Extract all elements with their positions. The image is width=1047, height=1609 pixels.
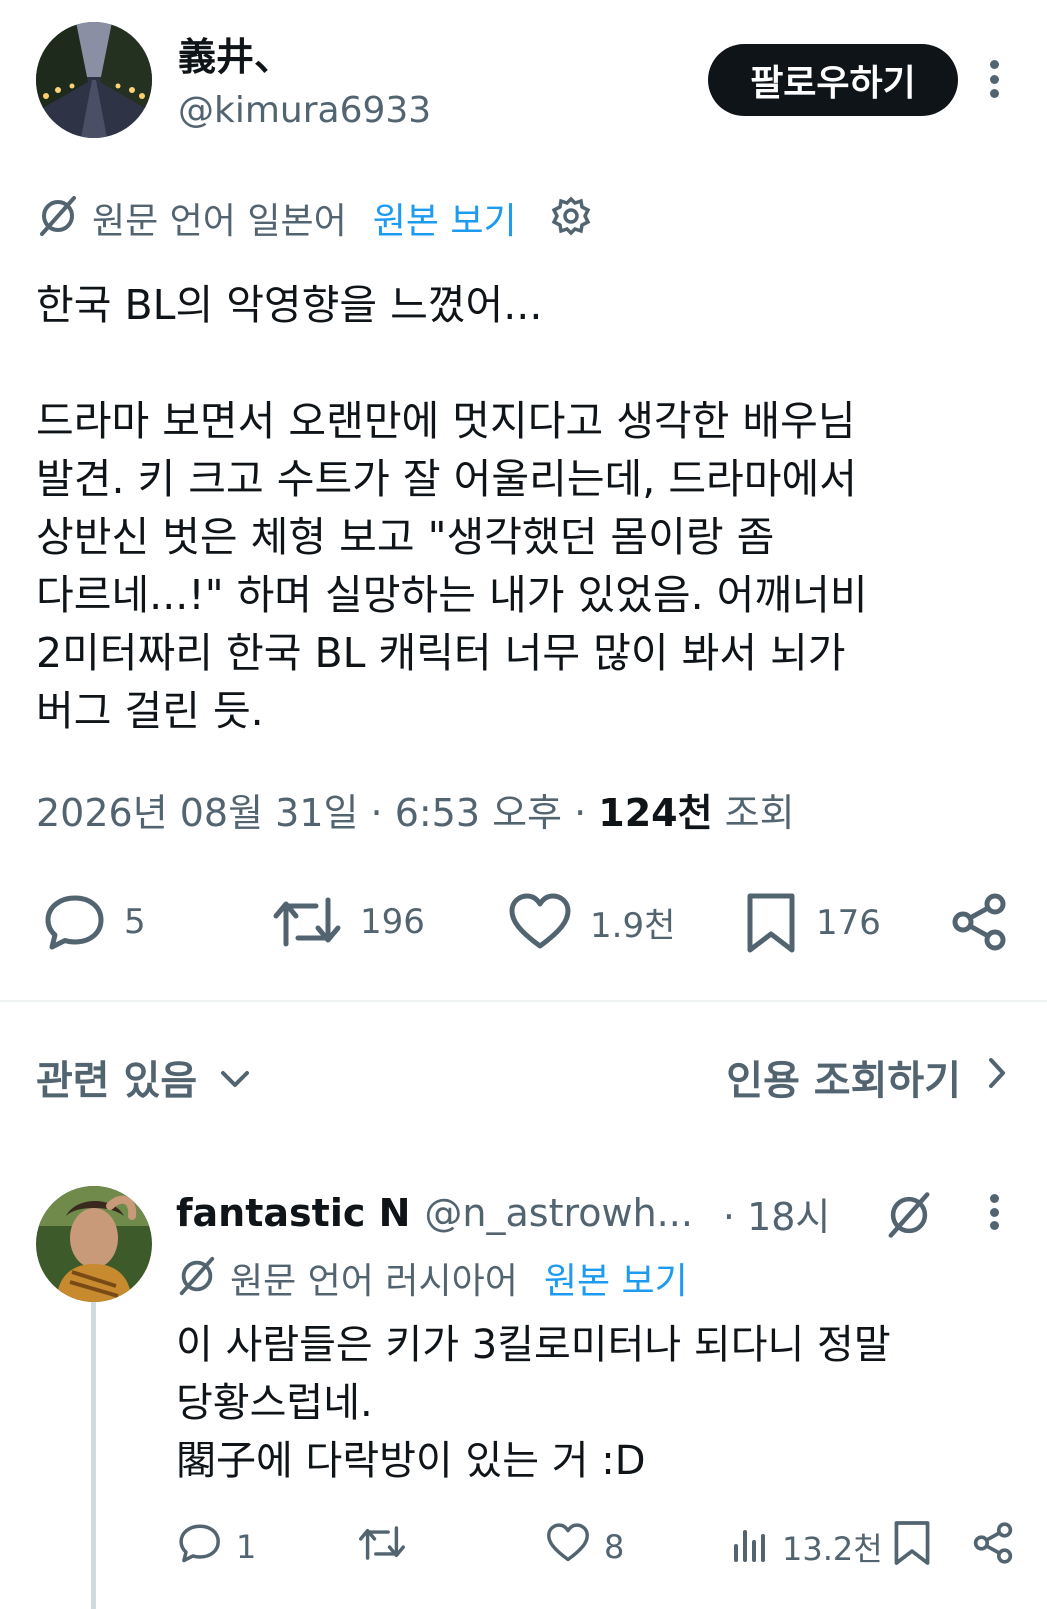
follow-button[interactable]: 팔로우하기 xyxy=(708,44,958,116)
tweet-line: 상반신 벗은 체형 보고 "생각했던 몸이랑 좀 xyxy=(36,513,775,561)
share-button[interactable] xyxy=(950,892,1008,952)
reply-reply-count: 1 xyxy=(236,1528,257,1566)
reply-like-button[interactable]: 8 xyxy=(546,1522,624,1572)
reply-icon xyxy=(44,892,106,952)
chevron-down-icon xyxy=(219,1054,251,1100)
bookmark-count: 176 xyxy=(816,903,881,943)
translate-icon[interactable] xyxy=(884,1190,934,1244)
heart-icon xyxy=(546,1522,590,1572)
retweet-count: 196 xyxy=(360,902,425,942)
views-label: 조회 xyxy=(712,791,795,835)
reply-views-button[interactable]: 13.2천 xyxy=(732,1522,883,1572)
reply-retweet-button[interactable] xyxy=(358,1522,420,1572)
reply-line: 당황스럽네. xyxy=(176,1380,373,1426)
retweet-button[interactable]: 196 xyxy=(272,892,425,952)
reply-avatar[interactable] xyxy=(36,1186,152,1302)
reply-header: fantastic N @n_astrowh... · 18시 xyxy=(176,1186,830,1240)
more-options-icon[interactable] xyxy=(984,60,1004,98)
reply-handle[interactable]: @n_astrowh... xyxy=(424,1191,693,1235)
retweet-icon xyxy=(358,1522,406,1572)
reply-more-options-icon[interactable] xyxy=(984,1194,1004,1230)
tweet-line: 2미터짜리 한국 BL 캐릭터 너무 많이 봐서 뇌가 xyxy=(36,629,846,677)
views-count: 124천 xyxy=(598,791,713,835)
author-display-name[interactable]: 義井、 xyxy=(178,26,292,81)
translation-row: 원문 언어 일본어 원본 보기 xyxy=(36,192,593,244)
reply-count: 5 xyxy=(124,902,146,942)
translation-label: 원문 언어 일본어 xyxy=(92,201,347,242)
reply-views-count: 13.2천 xyxy=(782,1530,883,1568)
reply-icon xyxy=(178,1522,222,1572)
tweet-line: 드라마 보면서 오랜만에 멋지다고 생각한 배우님 xyxy=(36,397,856,445)
translate-icon xyxy=(36,194,80,242)
divider xyxy=(0,1000,1047,1002)
author-avatar[interactable] xyxy=(36,22,152,138)
view-quotes-link[interactable]: 인용 조회하기 xyxy=(726,1048,1007,1106)
related-label: 관련 있음 xyxy=(36,1058,198,1104)
analytics-icon xyxy=(732,1522,768,1572)
timestamp[interactable]: 2026년 08월 31일 · 6:53 오후 · xyxy=(36,782,598,837)
share-icon xyxy=(950,892,1008,952)
tweet-meta: 2026년 08월 31일 · 6:53 오후 · 124천 조회 xyxy=(36,782,795,837)
reply-button[interactable]: 5 xyxy=(44,892,146,952)
related-sort-dropdown[interactable]: 관련 있음 xyxy=(36,1048,251,1106)
quotes-label: 인용 조회하기 xyxy=(726,1058,961,1104)
bookmark-icon xyxy=(744,892,798,954)
chevron-right-icon xyxy=(987,1054,1007,1100)
reply-view-original-link[interactable]: 원본 보기 xyxy=(544,1252,688,1304)
reply-translation-label: 원문 언어 러시아어 xyxy=(230,1261,518,1302)
tweet-line: 버그 걸린 듯. xyxy=(36,687,264,735)
retweet-icon xyxy=(272,892,342,952)
tweet-line: 다르네...!" 하며 실망하는 내가 있었음. 어깨너비 xyxy=(36,571,868,619)
reply-display-name[interactable]: fantastic N xyxy=(176,1191,410,1235)
like-button[interactable]: 1.9천 xyxy=(508,892,675,952)
tweet-line: 한국 BL의 악영향을 느꼈어... xyxy=(36,281,543,329)
reply-translation-row: 원문 언어 러시아어 원본 보기 xyxy=(176,1252,688,1304)
author-handle[interactable]: @kimura6933 xyxy=(178,90,431,131)
tweet-text: 한국 BL의 악영향을 느꼈어... 드라마 보면서 오랜만에 멋지다고 생각한… xyxy=(36,276,1016,740)
reply-like-count: 8 xyxy=(604,1528,625,1566)
gear-icon[interactable] xyxy=(549,194,593,242)
reply-text: 이 사람들은 키가 3킬로미터나 되다니 정말 당황스럽네. 閣子에 다락방이 … xyxy=(176,1316,1026,1490)
translate-icon xyxy=(176,1255,218,1301)
like-count: 1.9천 xyxy=(590,905,676,946)
reply-line: 이 사람들은 키가 3킬로미터나 되다니 정말 xyxy=(176,1322,891,1368)
reply-line: 閣子에 다락방이 있는 거 :D xyxy=(176,1438,646,1484)
reply-reply-button[interactable]: 1 xyxy=(178,1522,256,1572)
thread-line xyxy=(91,1300,96,1609)
bookmark-button[interactable]: 176 xyxy=(744,892,881,954)
heart-icon xyxy=(508,892,572,952)
tweet-line: 발견. 키 크고 수트가 잘 어울리는데, 드라마에서 xyxy=(36,455,857,503)
share-icon[interactable] xyxy=(972,1520,1014,1570)
bookmark-icon[interactable] xyxy=(892,1520,932,1570)
view-original-link[interactable]: 원본 보기 xyxy=(373,192,517,244)
reply-time[interactable]: · 18시 xyxy=(723,1186,830,1241)
